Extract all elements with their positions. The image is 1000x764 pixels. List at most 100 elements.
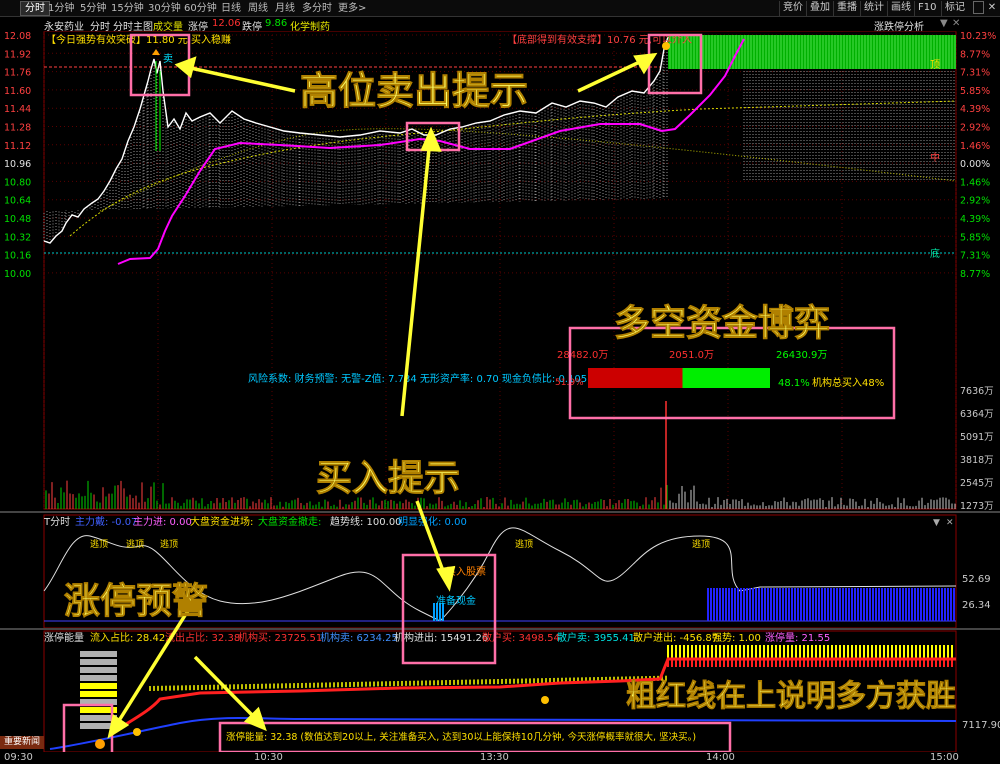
risk-info: 风险系数: 财务预警: 无警-Z值: 7.734 无形资产率: 0.70 现金负… <box>248 372 587 385</box>
sub1-item-2: 大盘资金进场: <box>190 515 253 528</box>
sub1-item-5: 明显强化: 0.00 <box>398 515 467 528</box>
tab-weekly[interactable]: 周线 <box>248 2 268 15</box>
ding-mark: 顶 <box>930 59 940 71</box>
percent-tick: 4.39% <box>960 104 990 115</box>
percent-tick: 2.92% <box>960 196 990 207</box>
sell-arrow-icon <box>152 49 160 55</box>
price-tick: 10.00 <box>4 269 31 280</box>
close-icon[interactable]: ✕ <box>952 18 960 29</box>
sub1-axis-0: 52.69 <box>962 574 991 585</box>
warning-icon <box>95 739 105 749</box>
percent-tick: 5.85% <box>960 86 990 97</box>
percent-tick: 10.23% <box>960 31 996 42</box>
percent-tick: 8.77% <box>960 49 990 60</box>
tab-daily[interactable]: 日线 <box>221 2 241 15</box>
sell-mark: 卖 <box>163 53 173 65</box>
sub2-title: 涨停能量 <box>44 631 84 644</box>
period-tabbar: 分时 1分钟 5分钟 15分钟 30分钟 60分钟 日线 周线 月线 多分时 更… <box>0 0 1000 17</box>
time-tick-2: 13:30 <box>480 752 509 763</box>
time-axis: 09:30 10:30 13:30 14:00 15:00 <box>0 752 1000 764</box>
price-tick: 10.96 <box>4 159 31 170</box>
price-tick: 11.44 <box>4 104 31 115</box>
percent-tick: 5.85% <box>960 232 990 243</box>
percent-axis: 10.23% 8.77% 7.31% 5.85% 4.39% 2.92% 1.46% 0.00… <box>960 31 996 280</box>
sub2-item-6: 散户卖: 3955.41 <box>557 631 635 644</box>
time-tick-0: 09:30 <box>4 752 33 763</box>
limit-warning-annotation: 涨停预警 <box>64 581 208 622</box>
sub2-item-5: 散户买: 3498.54 <box>482 631 560 644</box>
blue-volume-block <box>707 588 955 621</box>
time-tick-3: 14:00 <box>706 752 735 763</box>
price-tick: 11.92 <box>4 49 31 60</box>
replay-button[interactable]: 重播 <box>833 1 857 16</box>
volume-tick: 7636万 <box>960 386 994 397</box>
price-axis: 12.08 11.92 11.76 11.60 11.44 11.28 11.12 10.96… <box>4 31 31 280</box>
percent-tick: 2.92% <box>960 123 990 134</box>
price-tick: 11.60 <box>4 86 31 97</box>
escape-tag-5: 逃顶 <box>692 538 710 550</box>
time-tick-4: 15:00 <box>930 752 959 763</box>
trend-lower-line <box>99 128 957 212</box>
mid-amount: 2051.0万 <box>669 350 714 361</box>
important-news-button[interactable]: 重要新闻 <box>0 736 44 749</box>
percent-tick: 7.31% <box>960 68 990 79</box>
tab-multi-intraday[interactable]: 多分时 <box>302 2 332 15</box>
red-line-annotation: 粗红线在上说明多方获胜 <box>626 679 956 714</box>
zhong-mark: 中 <box>930 151 940 164</box>
stats-button[interactable]: 统计 <box>860 1 884 16</box>
volume-tick: 1273万 <box>960 501 994 512</box>
close-icon[interactable]: ✕ <box>986 1 998 14</box>
sub1-item-4: 趋势线: 100.00 <box>330 515 402 528</box>
time-tick-1: 10:30 <box>254 752 283 763</box>
sub2-item-3: 机构卖: 6234.25 <box>320 631 398 644</box>
tab-intraday[interactable]: 分时 <box>20 1 50 16</box>
price-tick: 10.64 <box>4 196 31 207</box>
price-tick: 11.12 <box>4 141 31 152</box>
sell-amount: 28482.0万 <box>557 350 608 361</box>
sell-power-bar <box>588 368 683 388</box>
price-tick: 12.08 <box>4 31 31 42</box>
escape-tag-1: 逃顶 <box>90 538 108 550</box>
restore-window-icon[interactable] <box>973 1 984 14</box>
volume-axis: 7636万 6364万 5091万 3818万 2545万 1273万 <box>960 386 994 512</box>
auction-button[interactable]: 竞价 <box>779 1 803 16</box>
sub2-item-1: 流出占比: 32.38 <box>165 631 240 644</box>
tab-15min[interactable]: 15分钟 <box>111 2 144 15</box>
sub2-axis-0: 7117.90 <box>962 720 1000 731</box>
tab-5min[interactable]: 5分钟 <box>80 2 106 15</box>
price-line <box>43 36 669 244</box>
f10-button[interactable]: F10 <box>914 1 936 16</box>
tab-monthly[interactable]: 月线 <box>275 2 295 15</box>
smile-icon <box>662 42 670 50</box>
high-sell-annotation: 高位卖出提示 <box>300 69 528 113</box>
draw-line-button[interactable]: 画线 <box>887 1 911 16</box>
sub1-item-0: 主力戴: -0.07 <box>75 515 137 528</box>
tab-30min[interactable]: 30分钟 <box>148 2 181 15</box>
buy-hint-annotation: 买入提示 <box>316 458 460 499</box>
percent-tick: 8.77% <box>960 269 990 280</box>
percent-tick: 7.31% <box>960 251 990 262</box>
escape-tag-3: 逃顶 <box>160 538 178 550</box>
limit-down-price: 9.86 <box>265 18 288 29</box>
sub2-item-2: 机构买: 23725.51 <box>238 631 322 644</box>
buy-amount: 26430.9万 <box>776 350 827 361</box>
dropdown-icon[interactable]: ▼ <box>940 18 948 29</box>
sub1-item-1: 主力进: 0.00 <box>133 515 192 528</box>
tab-1min[interactable]: 1分钟 <box>48 2 74 15</box>
tab-60min[interactable]: 60分钟 <box>184 2 217 15</box>
volume-bars <box>45 480 956 509</box>
sub1-title: T分时 <box>43 516 70 528</box>
percent-tick: 4.39% <box>960 214 990 225</box>
dropdown-icon[interactable]: ▼ <box>933 518 940 528</box>
capital-battle-panel: 28482.0万 2051.0万 26430.9万 51.9% 48.1% 机构… <box>555 350 884 389</box>
sub2-item-4: 机构进出: 15491.26 <box>394 631 488 644</box>
sub2-item-0: 流入占比: 28.42 <box>90 631 165 644</box>
close-icon[interactable]: ✕ <box>946 518 954 528</box>
buy-pct: 48.1% <box>778 378 810 389</box>
overlay-button[interactable]: 叠加 <box>806 1 830 16</box>
mark-button[interactable]: 标记 <box>941 1 965 16</box>
sub1-axis-1: 26.34 <box>962 600 991 611</box>
percent-tick: 1.46% <box>960 177 990 188</box>
tab-more[interactable]: 更多> <box>338 2 366 15</box>
sub2-item-7: 散户进出: -456.87 <box>633 631 718 644</box>
